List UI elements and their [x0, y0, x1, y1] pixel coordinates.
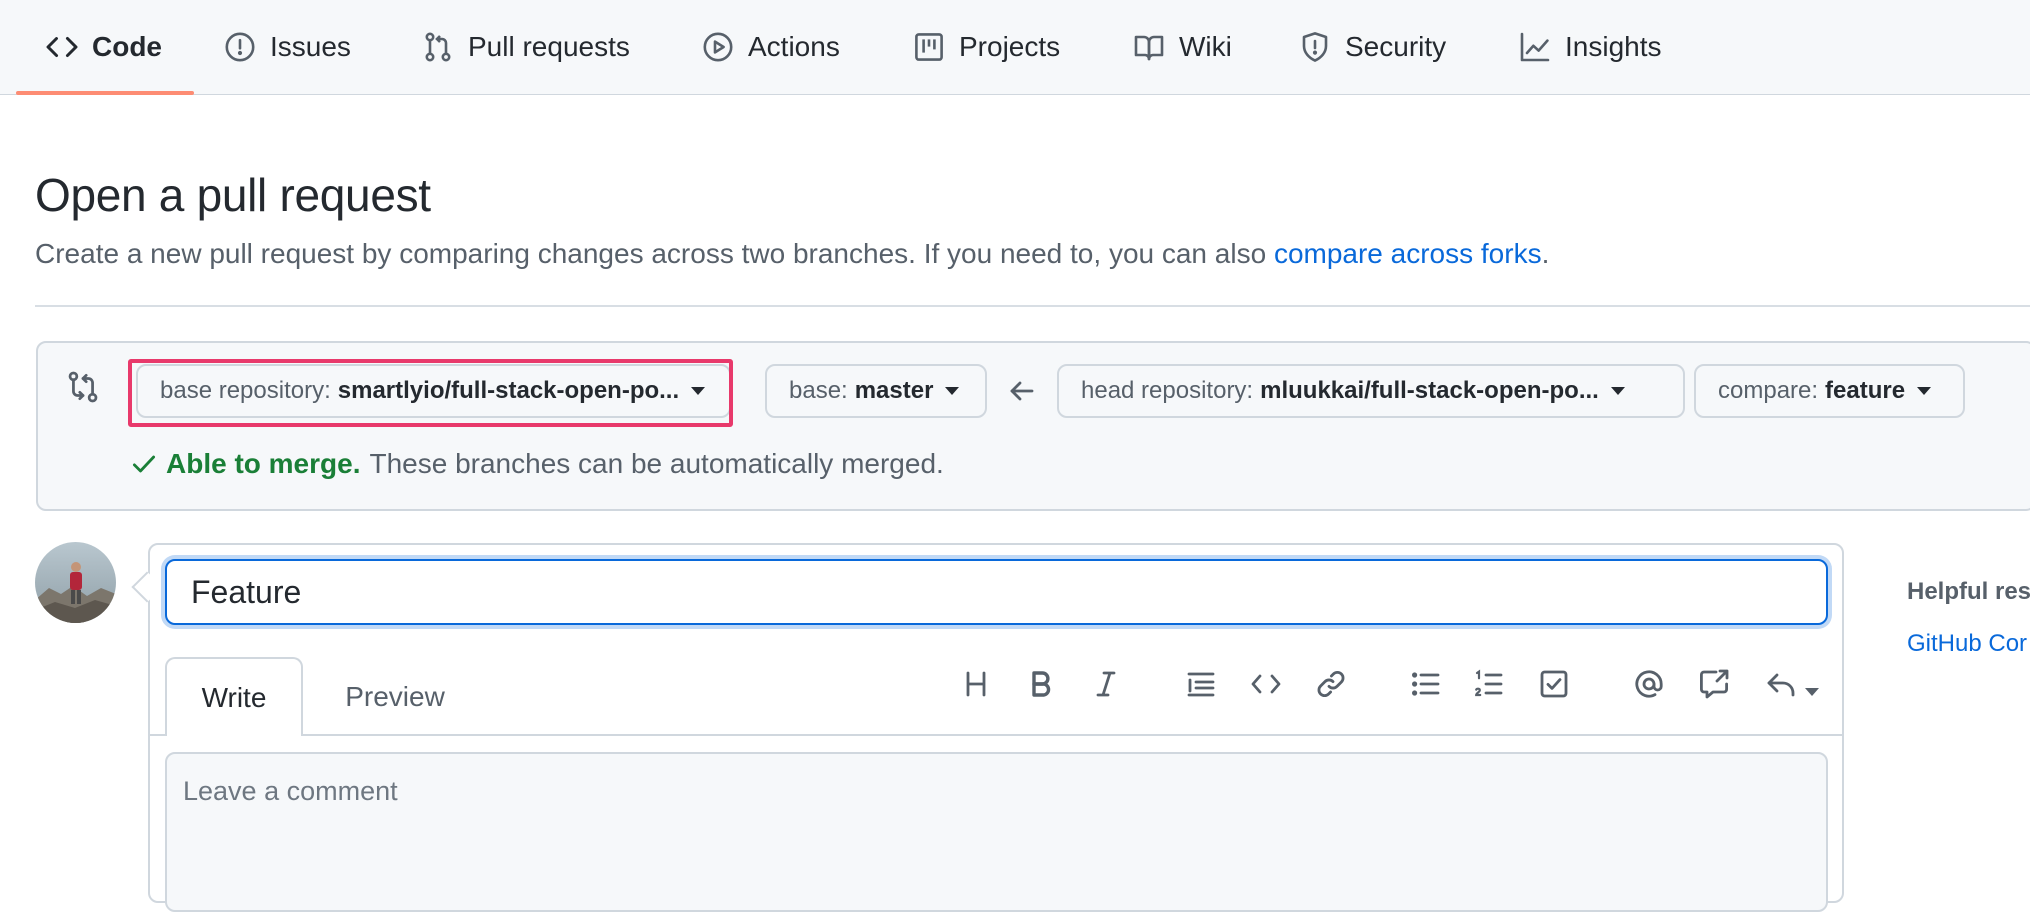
- tab-insights[interactable]: Insights: [1519, 0, 1662, 94]
- tab-code[interactable]: Code: [46, 0, 162, 94]
- quote-button[interactable]: [1185, 668, 1217, 700]
- compare-branch-value: feature: [1825, 377, 1906, 404]
- base-branch-select[interactable]: base: master: [765, 364, 987, 418]
- arrow-left-icon: [1010, 381, 1034, 401]
- task-list-button[interactable]: [1538, 668, 1570, 700]
- merge-status-text: These branches can be automatically merg…: [369, 448, 944, 479]
- head-repository-label: head repository:: [1081, 377, 1254, 404]
- compare-branch-select[interactable]: compare: feature: [1694, 364, 1965, 418]
- graph-icon: [1520, 32, 1550, 62]
- book-icon: [1134, 35, 1164, 61]
- cross-reference-button[interactable]: [1698, 668, 1730, 700]
- merge-status-strong: Able to merge.: [166, 448, 361, 479]
- heading-icon: [966, 671, 986, 697]
- chevron-down-icon: [691, 387, 706, 395]
- git-compare-icon: [68, 371, 98, 403]
- tab-wiki[interactable]: Wiki: [1133, 0, 1232, 94]
- compare-branch-label: compare:: [1718, 377, 1819, 404]
- subtitle-text: Create a new pull request by comparing c…: [35, 238, 1274, 269]
- italic-button[interactable]: [1090, 668, 1122, 700]
- tab-preview[interactable]: Preview: [320, 657, 470, 736]
- page-title: Open a pull request: [35, 169, 431, 221]
- tab-issues[interactable]: Issues: [224, 0, 351, 94]
- git-pull-request-icon: [425, 32, 451, 62]
- reply-button[interactable]: [1765, 668, 1797, 700]
- cross-reference-icon: [1700, 669, 1729, 699]
- reply-icon: [1767, 673, 1795, 697]
- subtitle-end: .: [1541, 238, 1550, 269]
- chevron-down-icon: [945, 387, 960, 395]
- tasklist-icon: [1540, 670, 1568, 698]
- avatar[interactable]: [35, 542, 116, 623]
- ordered-list-button[interactable]: [1473, 668, 1505, 700]
- chevron-down-icon: [1610, 387, 1625, 395]
- base-repository-value: smartlyio/full-stack-open-po...: [337, 377, 680, 404]
- heading-button[interactable]: [960, 668, 992, 700]
- active-tab-underline: [16, 91, 194, 95]
- mention-button[interactable]: [1633, 668, 1665, 700]
- merge-status: Able to merge. These branches can be aut…: [130, 448, 944, 480]
- base-repository-label: base repository:: [160, 377, 331, 404]
- tab-projects[interactable]: Projects: [913, 0, 1060, 94]
- comment-textarea[interactable]: [165, 752, 1828, 912]
- tab-security[interactable]: Security: [1299, 0, 1446, 94]
- head-repository-value: mluukkai/full-stack-open-po...: [1260, 377, 1599, 404]
- tab-actions[interactable]: Actions: [702, 0, 840, 94]
- list-unordered-icon: [1411, 672, 1440, 696]
- compare-across-forks-link[interactable]: compare across forks: [1274, 238, 1542, 269]
- avatar-image: [35, 542, 116, 623]
- italic-icon: [1096, 671, 1116, 697]
- helpful-resources-heading: Helpful res: [1907, 578, 2030, 605]
- tab-pull-requests-label: Pull requests: [468, 31, 630, 62]
- code-icon: [1251, 674, 1281, 694]
- tab-write[interactable]: Write: [165, 657, 303, 736]
- link-icon: [1317, 670, 1345, 698]
- base-branch-label: base:: [789, 377, 848, 404]
- base-repository-select[interactable]: base repository: smartlyio/full-stack-op…: [136, 364, 731, 418]
- code-button[interactable]: [1250, 668, 1282, 700]
- bold-button[interactable]: [1025, 668, 1057, 700]
- quote-icon: [1187, 672, 1215, 697]
- unordered-list-button[interactable]: [1410, 668, 1442, 700]
- tab-pull-requests[interactable]: Pull requests: [422, 0, 630, 94]
- base-branch-value: master: [854, 377, 934, 404]
- tab-projects-label: Projects: [959, 31, 1061, 62]
- repo-nav: Code Issues Pull requests Actions Projec…: [0, 0, 2030, 95]
- page-subtitle: Create a new pull request by comparing c…: [35, 238, 1549, 270]
- head-repository-select[interactable]: head repository: mluukkai/full-stack-ope…: [1057, 364, 1685, 418]
- tab-security-label: Security: [1345, 31, 1447, 62]
- link-button[interactable]: [1315, 668, 1347, 700]
- tab-issues-label: Issues: [270, 31, 351, 62]
- shield-icon: [1302, 32, 1328, 62]
- tab-actions-label: Actions: [748, 31, 840, 62]
- tab-code-label: Code: [92, 31, 162, 62]
- header-divider: [35, 305, 2030, 307]
- tab-insights-label: Insights: [1565, 31, 1662, 62]
- tab-wiki-label: Wiki: [1179, 31, 1232, 62]
- play-icon: [703, 32, 733, 62]
- issue-icon: [225, 32, 255, 62]
- mention-icon: [1635, 670, 1663, 698]
- chevron-down-icon[interactable]: [1805, 688, 1819, 696]
- pr-title-input[interactable]: [165, 559, 1828, 625]
- code-icon: [46, 36, 78, 58]
- project-icon: [915, 33, 943, 61]
- list-ordered-icon: [1475, 669, 1503, 697]
- github-community-link[interactable]: GitHub Cor: [1907, 630, 2027, 658]
- check-icon: [132, 455, 156, 473]
- chevron-down-icon: [1917, 387, 1932, 395]
- bold-icon: [1032, 671, 1051, 697]
